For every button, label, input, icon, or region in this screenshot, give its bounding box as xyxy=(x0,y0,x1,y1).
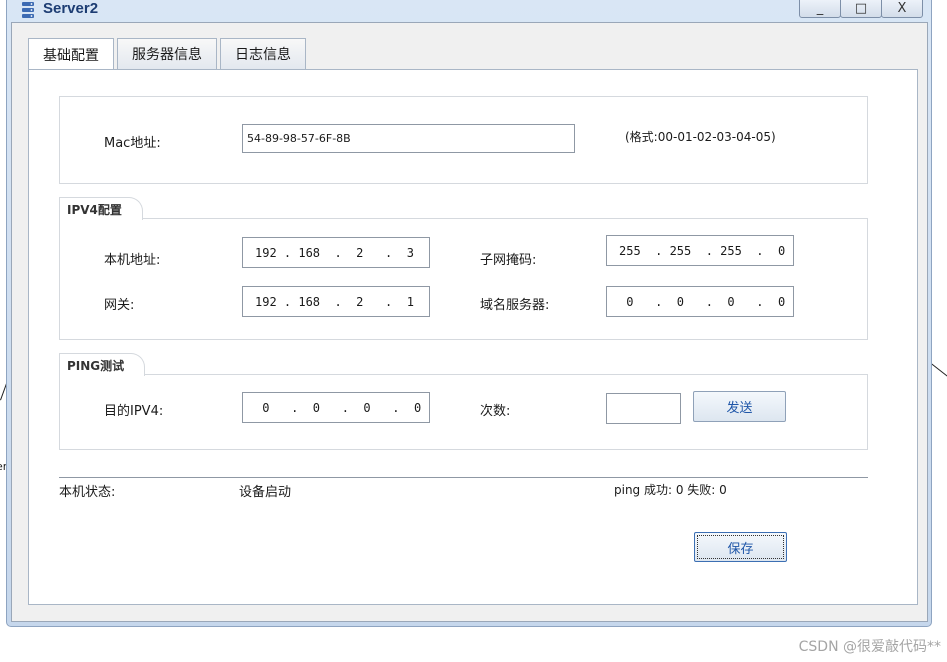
local-address-label: 本机地址: xyxy=(104,253,161,268)
gateway-field[interactable]: 192 . 168 . 2 . 1 xyxy=(242,286,430,317)
dns-label: 域名服务器: xyxy=(480,298,550,313)
tab-log-info[interactable]: 日志信息 xyxy=(220,38,306,69)
ping-group-title: PING测试 xyxy=(59,353,146,376)
mac-group: Mac地址: 54-89-98-57-6F-8B (格式:00-01-02-03… xyxy=(59,96,868,184)
subnet-mask-label: 子网掩码: xyxy=(480,253,537,268)
dns-field[interactable]: 0 . 0 . 0 . 0 xyxy=(606,286,794,317)
ping-group: PING测试 目的IPV4: 0 . 0 . 0 . 0 次数: 发送 xyxy=(59,353,868,450)
ping-count-field[interactable] xyxy=(606,393,681,424)
dest-ipv4-label: 目的IPV4: xyxy=(104,404,164,419)
window-client-area: 基础配置 服务器信息 日志信息 Mac地址: 54-89-98-57-6F-8B… xyxy=(11,22,928,622)
ping-count-label: 次数: xyxy=(480,404,511,419)
server-icon xyxy=(22,2,34,18)
status-value: 设备启动 xyxy=(239,485,292,500)
csdn-watermark: CSDN @很爱敲代码** xyxy=(798,639,941,655)
close-button[interactable]: X xyxy=(881,0,923,18)
titlebar[interactable]: Server2 _ □ X xyxy=(7,0,931,22)
mac-format-hint: (格式:00-01-02-03-04-05) xyxy=(625,130,776,144)
window-title: Server2 xyxy=(43,0,99,17)
topology-link-right xyxy=(929,362,947,382)
basic-config-panel: Mac地址: 54-89-98-57-6F-8B (格式:00-01-02-03… xyxy=(28,69,918,605)
save-button[interactable]: 保存 xyxy=(694,532,787,562)
dest-ipv4-field[interactable]: 0 . 0 . 0 . 0 xyxy=(242,392,430,423)
mac-label: Mac地址: xyxy=(104,136,161,151)
tab-server-info[interactable]: 服务器信息 xyxy=(117,38,217,69)
local-address-field[interactable]: 192 . 168 . 2 . 3 xyxy=(242,237,430,268)
tab-basic-config[interactable]: 基础配置 xyxy=(28,38,114,70)
mac-address-field[interactable]: 54-89-98-57-6F-8B xyxy=(242,124,575,153)
tab-bar: 基础配置 服务器信息 日志信息 xyxy=(28,38,309,70)
status-label: 本机状态: xyxy=(59,485,116,500)
maximize-button[interactable]: □ xyxy=(840,0,882,18)
ipv4-group-title: IPV4配置 xyxy=(59,197,143,220)
ping-result: ping 成功: 0 失败: 0 xyxy=(614,483,727,497)
subnet-mask-field[interactable]: 255 . 255 . 255 . 0 xyxy=(606,235,794,266)
gateway-label: 网关: xyxy=(104,298,135,313)
window-controls: _ □ X xyxy=(799,0,923,18)
send-button[interactable]: 发送 xyxy=(693,391,786,422)
status-separator xyxy=(59,477,868,478)
ipv4-group: IPV4配置 本机地址: 192 . 168 . 2 . 3 子网掩码: 255… xyxy=(59,197,868,340)
server-config-window: Server2 _ □ X 基础配置 服务器信息 日志信息 Mac地址: 54-… xyxy=(6,0,932,627)
minimize-button[interactable]: _ xyxy=(799,0,841,18)
